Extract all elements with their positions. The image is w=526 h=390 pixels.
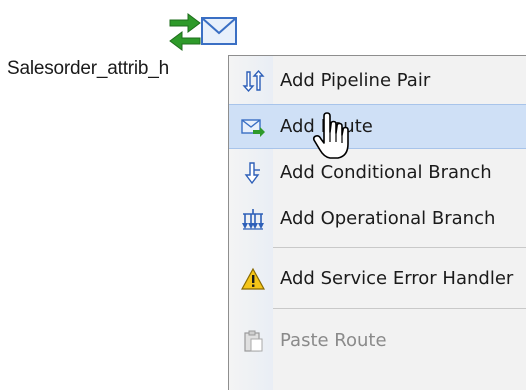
operational-branch-icon [242,208,264,230]
hand-cursor-icon [312,112,349,159]
node-label[interactable]: Salesorder_attrib_h [7,58,169,80]
menu-separator [273,308,526,309]
conditional-branch-icon [244,161,260,184]
menu-item-paste-route[interactable]: Paste Route [229,318,526,363]
menu-item-add-route[interactable]: Add Route [229,104,526,149]
menu-item-add-operational-branch[interactable]: Add Operational Branch [229,196,526,241]
route-icon [241,118,265,137]
menu-item-label: Add Conditional Branch [280,162,492,183]
context-menu: Add Pipeline Pair Add Route Add Conditio… [228,55,526,390]
warning-icon [241,267,265,290]
menu-item-add-service-error-handler[interactable]: Add Service Error Handler [229,256,526,301]
menu-item-add-conditional-branch[interactable]: Add Conditional Branch [229,150,526,195]
menu-item-add-pipeline-pair[interactable]: Add Pipeline Pair [229,58,526,103]
pipeline-pair-icon [242,69,265,92]
route-node-icon[interactable] [168,8,238,52]
menu-separator [273,247,526,248]
menu-item-label: Add Operational Branch [280,208,496,229]
menu-item-label: Paste Route [280,330,387,351]
paste-icon [244,330,263,352]
menu-item-label: Add Pipeline Pair [280,70,431,91]
menu-item-label: Add Service Error Handler [280,268,514,289]
